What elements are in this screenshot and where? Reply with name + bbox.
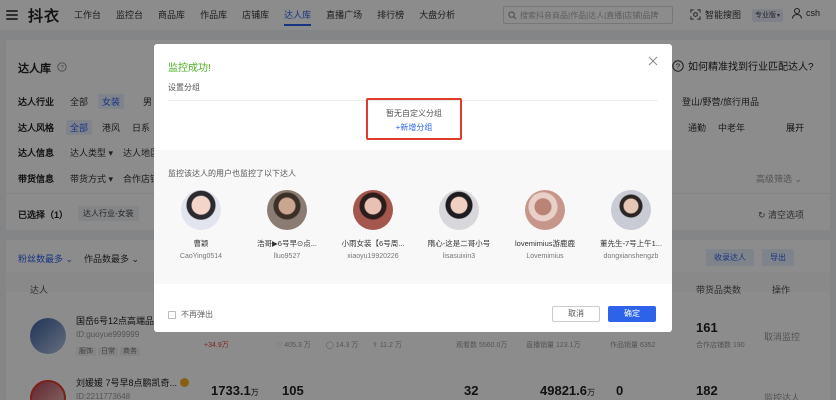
recommend-section: 监控该达人的用户也监控了以下达人 曹颖 CaoYing0514 浩哥▶6号早⊙点… xyxy=(154,150,672,284)
group-empty-box: 暂无自定义分组 +新增分组 xyxy=(366,98,462,140)
avatar xyxy=(525,190,565,230)
recommend-title: 监控该达人的用户也监控了以下达人 xyxy=(168,169,296,178)
recommended-talent[interactable]: 董先生-7号上午1... dongxianshengzb xyxy=(588,190,674,260)
avatar xyxy=(267,190,307,230)
recommended-talent[interactable]: 浩哥▶6号早⊙点... lluo9527 xyxy=(244,190,330,260)
recommended-talent[interactable]: 曹颖 CaoYing0514 xyxy=(158,190,244,260)
empty-group-text: 暂无自定义分组 xyxy=(386,109,442,118)
dialog-footer: 不再弹出 取消 确定 xyxy=(154,284,672,332)
cancel-button[interactable]: 取消 xyxy=(552,306,600,322)
avatar xyxy=(353,190,393,230)
avatar xyxy=(181,190,221,230)
close-icon[interactable] xyxy=(648,56,658,66)
recommended-talent[interactable]: 隋心-这是二哥小号 lisasuixin3 xyxy=(416,190,502,260)
dialog-title: 监控成功! xyxy=(168,63,211,74)
recommended-talent[interactable]: 小雨女装【6号周... xiaoyu19920226 xyxy=(330,190,416,260)
avatar xyxy=(611,190,651,230)
monitor-success-dialog: 监控成功! 设置分组 暂无自定义分组 +新增分组 监控该达人的用户也监控了以下达… xyxy=(154,44,672,332)
recommended-talent[interactable]: lovemimius游鹿鹿 Lovemimius xyxy=(502,190,588,260)
no-popup-checkbox[interactable]: 不再弹出 xyxy=(168,309,213,320)
add-group-link[interactable]: +新增分组 xyxy=(368,122,460,133)
checkbox-icon xyxy=(168,310,176,319)
group-setting-label: 设置分组 xyxy=(168,83,200,92)
confirm-button[interactable]: 确定 xyxy=(608,306,656,322)
avatar xyxy=(439,190,479,230)
